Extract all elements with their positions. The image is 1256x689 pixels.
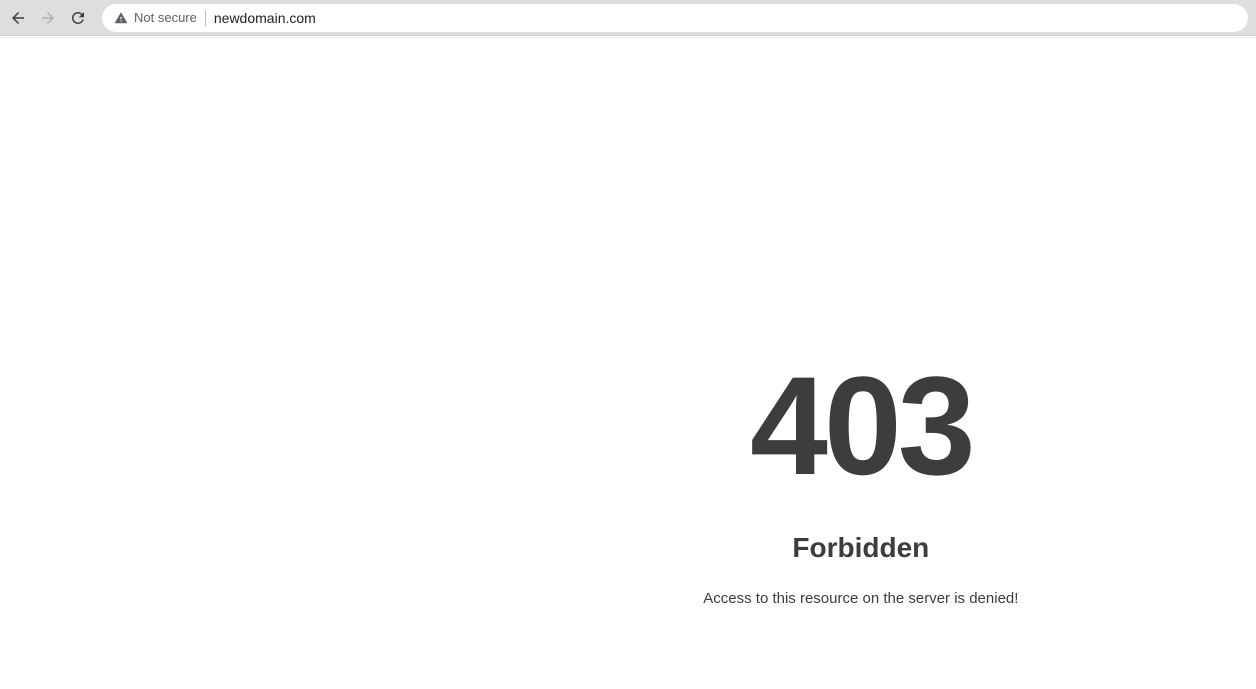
reload-icon [69, 9, 87, 27]
address-bar[interactable]: Not secure newdomain.com [102, 4, 1248, 32]
error-message: Access to this resource on the server is… [703, 590, 1018, 607]
reload-button[interactable] [68, 8, 88, 28]
nav-buttons [8, 8, 88, 28]
security-indicator[interactable]: Not secure [114, 10, 197, 25]
address-divider [205, 10, 206, 26]
error-title: Forbidden [703, 532, 1018, 564]
browser-toolbar: Not secure newdomain.com [0, 0, 1256, 36]
security-label: Not secure [134, 10, 197, 25]
page-content: 403 Forbidden Access to this resource on… [0, 38, 1256, 689]
error-block: 403 Forbidden Access to this resource on… [703, 356, 1018, 607]
error-code: 403 [703, 356, 1018, 496]
url-text: newdomain.com [214, 10, 316, 26]
arrow-left-icon [9, 9, 27, 27]
warning-icon [114, 11, 128, 25]
back-button[interactable] [8, 8, 28, 28]
forward-button[interactable] [38, 8, 58, 28]
arrow-right-icon [39, 9, 57, 27]
